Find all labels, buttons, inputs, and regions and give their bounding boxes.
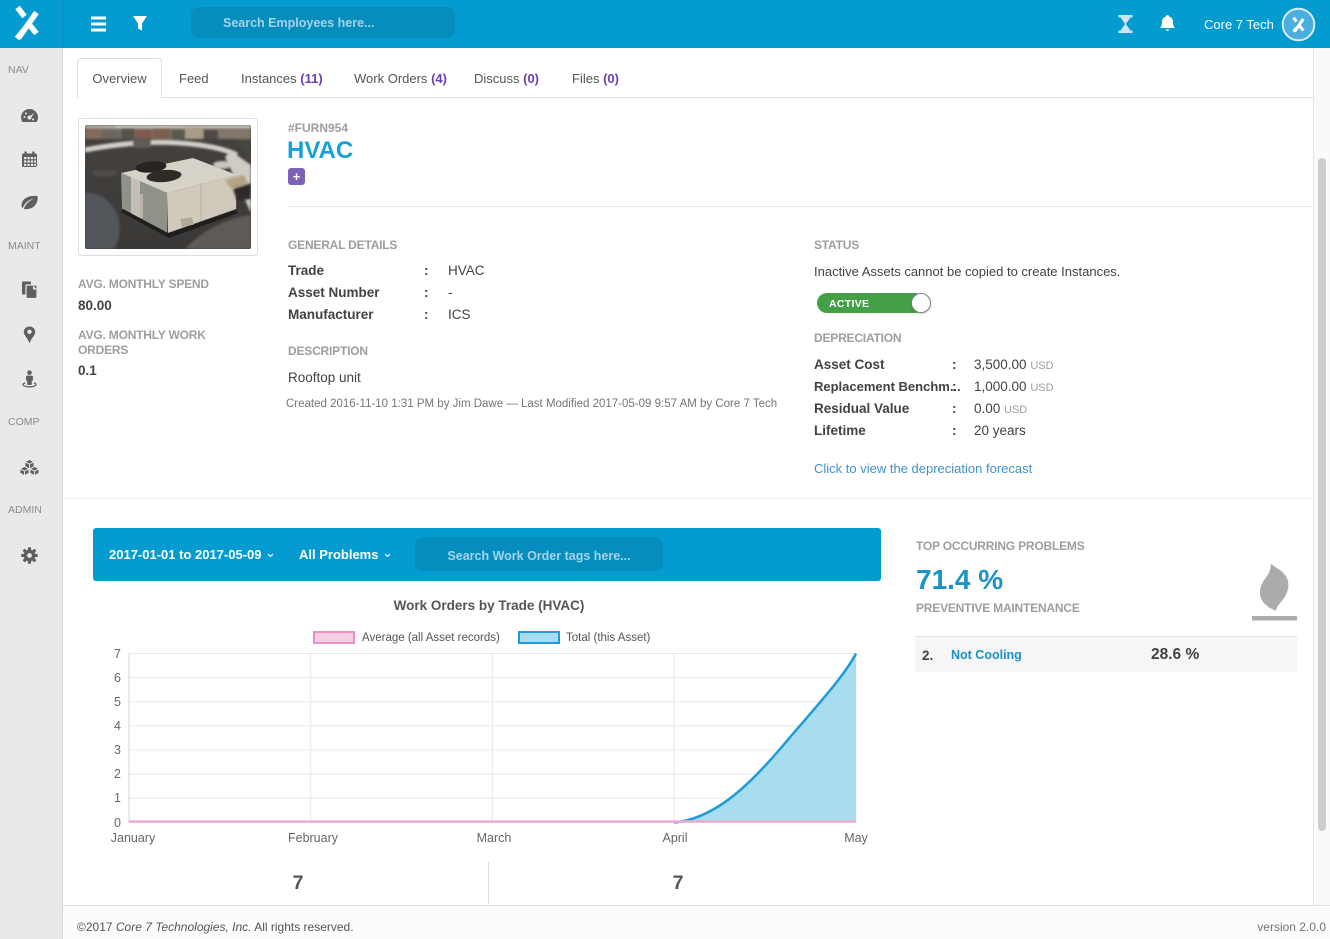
svg-text:5: 5 [114, 695, 121, 709]
svg-text:January: January [111, 831, 156, 845]
svg-text:7: 7 [114, 647, 121, 661]
svg-text:February: February [288, 831, 339, 845]
svg-text:0: 0 [114, 816, 121, 830]
svg-text:6: 6 [114, 671, 121, 685]
svg-text:2: 2 [114, 767, 121, 781]
svg-text:March: March [477, 831, 512, 845]
svg-text:4: 4 [114, 719, 121, 733]
svg-text:3: 3 [114, 743, 121, 757]
svg-text:1: 1 [114, 791, 121, 805]
svg-text:April: April [662, 831, 687, 845]
svg-text:May: May [844, 831, 868, 845]
